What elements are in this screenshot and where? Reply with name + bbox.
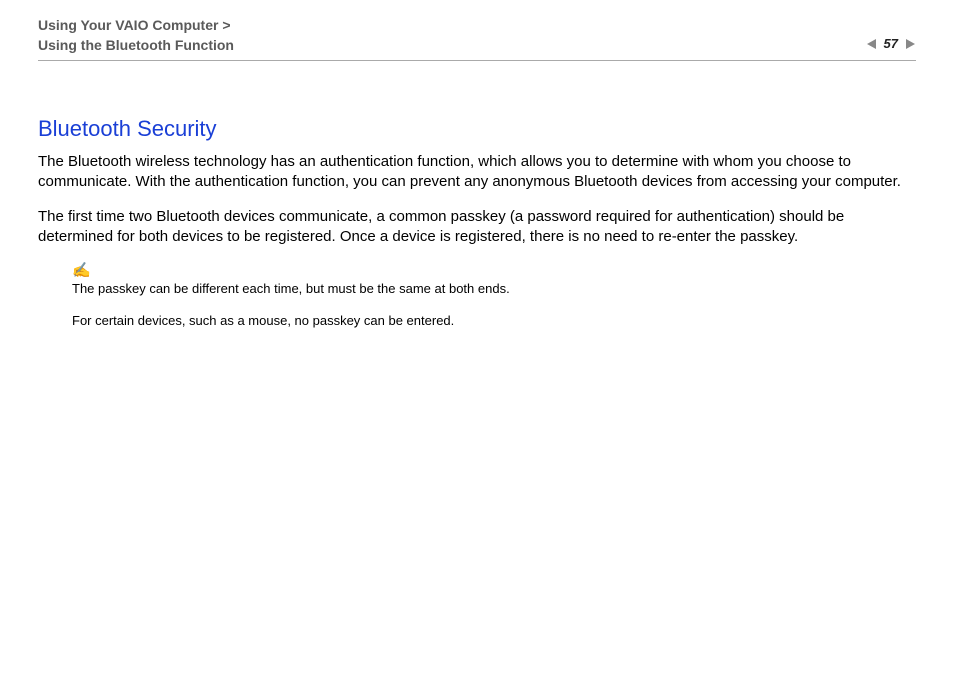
document-header: Using Your VAIO Computer > Using the Blu… (38, 16, 916, 55)
main-content: Bluetooth Security The Bluetooth wireles… (38, 116, 916, 342)
note-block: ✍ The passkey can be different each time… (72, 261, 916, 330)
paragraph-2: The first time two Bluetooth devices com… (38, 207, 916, 248)
breadcrumb-line1[interactable]: Using Your VAIO Computer > (38, 16, 916, 36)
section-title: Bluetooth Security (38, 116, 916, 142)
breadcrumb-line2[interactable]: Using the Bluetooth Function (38, 36, 916, 56)
header-divider (38, 60, 916, 61)
next-page-icon[interactable] (904, 38, 916, 50)
prev-page-icon[interactable] (866, 38, 878, 50)
paragraph-1: The Bluetooth wireless technology has an… (38, 152, 916, 193)
page-navigation: 57 (866, 36, 916, 51)
page-number: 57 (884, 36, 898, 51)
note-line-2: For certain devices, such as a mouse, no… (72, 311, 916, 331)
note-pencil-icon: ✍ (72, 261, 916, 279)
note-line-1: The passkey can be different each time, … (72, 279, 916, 299)
